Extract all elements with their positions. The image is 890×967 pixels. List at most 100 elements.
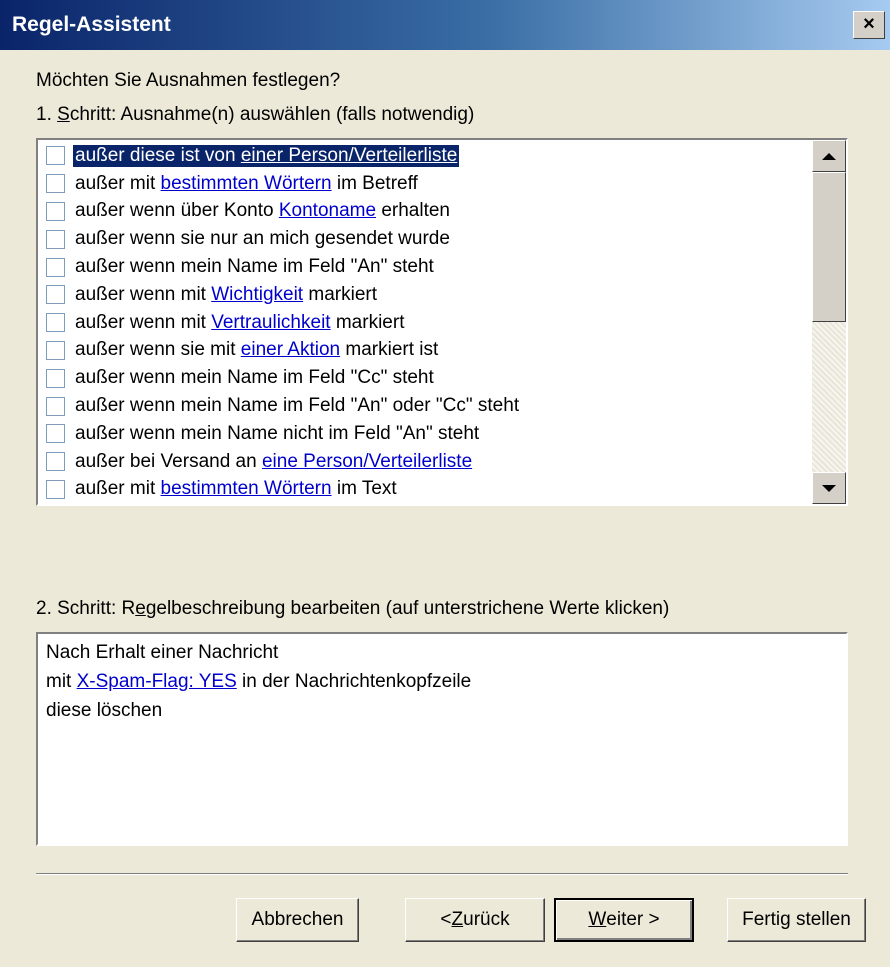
exception-checkbox[interactable] xyxy=(46,368,65,388)
exception-label: außer wenn mein Name im Feld "An" oder "… xyxy=(73,395,521,417)
exception-label: außer wenn mit Vertraulichkeit markiert xyxy=(73,312,406,334)
exception-value-link[interactable]: Wichtigkeit xyxy=(211,284,303,305)
exception-text-before: außer wenn mit xyxy=(75,283,212,305)
scroll-down-button[interactable] xyxy=(812,472,846,504)
list-scrollbar[interactable] xyxy=(812,140,846,504)
exception-row[interactable]: außer wenn mit Vertraulichkeit markiert xyxy=(38,309,810,337)
button-separator xyxy=(36,873,848,875)
exception-row[interactable]: außer mit bestimmten Wörtern im Betreff xyxy=(38,170,810,198)
exception-text-before: außer mit xyxy=(75,478,161,500)
exception-text-before: außer wenn sie nur an mich gesendet wurd… xyxy=(75,228,450,250)
scroll-thumb[interactable] xyxy=(812,172,846,322)
exception-label: außer wenn mein Name nicht im Feld "An" … xyxy=(73,423,481,445)
exception-row[interactable]: außer diese ist von einer Person/Verteil… xyxy=(38,142,810,170)
exception-text-after: markiert xyxy=(303,283,377,305)
exception-row[interactable]: außer wenn mein Name im Feld "An" steht xyxy=(38,253,810,281)
exception-value-link[interactable]: bestimmten Wörtern xyxy=(161,478,332,499)
description-line-2-prefix: mit xyxy=(46,671,77,692)
exception-row[interactable]: außer bei Versand an eine Person/Verteil… xyxy=(38,448,810,476)
exception-row[interactable]: außer wenn mit Wichtigkeit markiert xyxy=(38,281,810,309)
exception-checkbox[interactable] xyxy=(46,174,65,194)
exception-row[interactable]: außer wenn mein Name im Feld "An" oder "… xyxy=(38,392,810,420)
back-accel: Z xyxy=(451,909,464,930)
step1-prefix: 1. xyxy=(36,104,58,125)
step2-prefix: 2. Schritt: R xyxy=(36,598,136,619)
back-prefix: < xyxy=(440,909,452,930)
step1-rest: chritt: Ausnahme(n) auswählen (falls not… xyxy=(69,104,475,125)
exception-checkbox[interactable] xyxy=(46,257,65,277)
window-title: Regel-Assistent xyxy=(12,13,171,36)
exceptions-list: außer diese ist von einer Person/Verteil… xyxy=(38,142,810,503)
exception-label: außer mit bestimmten Wörtern im Text xyxy=(73,478,399,500)
exception-label: außer wenn über Konto Kontoname erhalten xyxy=(73,200,452,222)
exception-label: außer wenn mit Wichtigkeit markiert xyxy=(73,284,379,306)
exception-checkbox[interactable] xyxy=(46,424,65,444)
exception-row[interactable]: außer wenn sie nur an mich gesendet wurd… xyxy=(38,225,810,253)
exception-value-link[interactable]: bestimmten Wörtern xyxy=(161,173,332,194)
exception-text-after: markiert xyxy=(330,311,405,333)
exception-checkbox[interactable] xyxy=(46,313,65,333)
exception-text-after: im Text xyxy=(331,478,397,500)
back-button[interactable]: < Zurück xyxy=(405,898,545,942)
exception-value-link[interactable]: Vertraulichkeit xyxy=(211,312,330,333)
exception-text-before: außer wenn mein Name im Feld "An" steht xyxy=(75,256,434,278)
arrow-down-icon xyxy=(822,484,836,492)
exception-checkbox[interactable] xyxy=(46,229,65,249)
rule-description-box[interactable]: Nach Erhalt einer Nachricht mit X-Spam-F… xyxy=(36,632,848,846)
exception-value-link[interactable]: einer Person/Verteilerliste xyxy=(241,145,458,166)
exception-label: außer diese ist von einer Person/Verteil… xyxy=(73,144,460,167)
exception-label: außer wenn mein Name im Feld "An" steht xyxy=(73,256,436,278)
arrow-up-icon xyxy=(822,152,836,160)
back-rest: urück xyxy=(463,909,510,930)
exception-checkbox[interactable] xyxy=(46,340,65,360)
exceptions-listbox[interactable]: außer diese ist von einer Person/Verteil… xyxy=(36,138,848,506)
exception-checkbox[interactable] xyxy=(46,479,65,499)
step2-rest: gelbeschreibung bearbeiten (auf unterstr… xyxy=(145,598,670,619)
next-rest: eiter > xyxy=(606,909,660,930)
exception-label: außer wenn mein Name im Feld "Cc" steht xyxy=(73,367,436,389)
scroll-up-button[interactable] xyxy=(812,140,846,172)
exception-text-after: erhalten xyxy=(376,200,450,222)
spam-flag-link[interactable]: X-Spam-Flag: YES xyxy=(77,671,237,692)
exception-row[interactable]: außer wenn über Konto Kontoname erhalten xyxy=(38,198,810,226)
exception-text-after: markiert ist xyxy=(340,339,439,361)
exception-text-before: außer wenn mit xyxy=(75,311,212,333)
exception-text-before: außer wenn mein Name im Feld "Cc" steht xyxy=(75,367,434,389)
rules-wizard-dialog: Regel-Assistent × Möchten Sie Ausnahmen … xyxy=(0,0,890,967)
exception-row[interactable]: außer wenn mein Name im Feld "Cc" steht xyxy=(38,364,810,392)
exception-text-before: außer bei Versand an xyxy=(75,450,262,472)
prompt-text: Möchten Sie Ausnahmen festlegen? xyxy=(36,70,341,91)
exception-text-before: außer wenn über Konto xyxy=(75,200,279,222)
finish-button[interactable]: Fertig stellen xyxy=(727,898,866,942)
exception-row[interactable]: außer wenn sie mit einer Aktion markiert… xyxy=(38,337,810,365)
exception-text-before: außer wenn mein Name im Feld "An" oder "… xyxy=(75,395,520,417)
exception-text-before: außer wenn sie mit xyxy=(75,339,241,361)
exception-checkbox[interactable] xyxy=(46,285,65,305)
step2-label: 2. Schritt: Regelbeschreibung bearbeiten… xyxy=(36,598,669,620)
exception-text-before: außer wenn mein Name nicht im Feld "An" … xyxy=(75,422,480,444)
close-button[interactable]: × xyxy=(853,11,885,39)
next-accel: W xyxy=(588,909,607,930)
exception-label: außer mit bestimmten Wörtern im Betreff xyxy=(73,173,420,195)
title-bar[interactable]: Regel-Assistent × xyxy=(0,0,890,50)
step2-accel: e xyxy=(135,598,146,619)
exception-label: außer wenn sie mit einer Aktion markiert… xyxy=(73,339,440,361)
exception-row[interactable]: außer wenn mein Name nicht im Feld "An" … xyxy=(38,420,810,448)
next-button[interactable]: Weiter > xyxy=(554,898,694,942)
step1-label: 1. Schritt: Ausnahme(n) auswählen (falls… xyxy=(36,104,474,126)
exception-checkbox[interactable] xyxy=(46,201,65,221)
exception-text-before: außer mit xyxy=(75,172,161,194)
cancel-button[interactable]: Abbrechen xyxy=(236,898,359,942)
step1-accel: S xyxy=(57,104,70,125)
description-line-3: diese löschen xyxy=(46,700,163,721)
exception-label: außer wenn sie nur an mich gesendet wurd… xyxy=(73,228,452,250)
exception-value-link[interactable]: Kontoname xyxy=(279,200,376,221)
exception-row[interactable]: außer mit bestimmten Wörtern im Text xyxy=(38,476,810,504)
exception-checkbox[interactable] xyxy=(46,146,65,166)
exception-value-link[interactable]: eine Person/Verteilerliste xyxy=(262,451,472,472)
exception-text-after: im Betreff xyxy=(331,172,418,194)
exception-value-link[interactable]: einer Aktion xyxy=(241,339,340,360)
exception-checkbox[interactable] xyxy=(46,452,65,472)
exception-checkbox[interactable] xyxy=(46,396,65,416)
exception-text-before: außer diese ist von xyxy=(75,144,241,166)
